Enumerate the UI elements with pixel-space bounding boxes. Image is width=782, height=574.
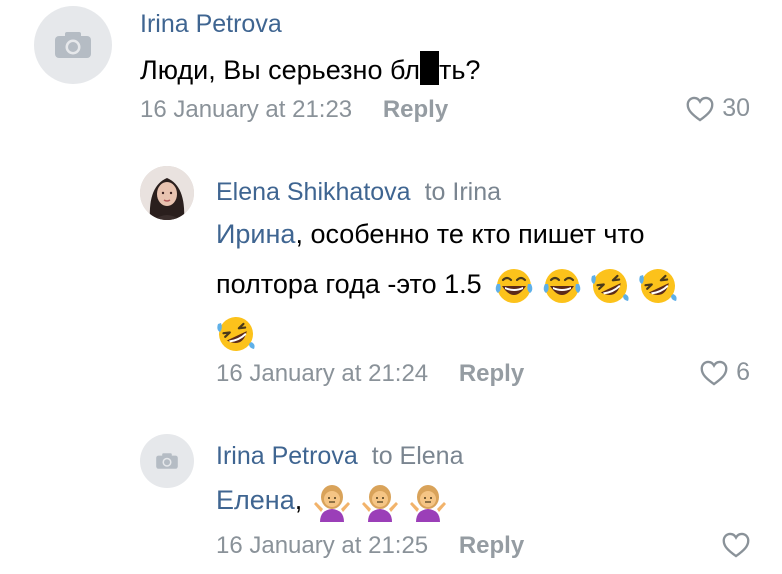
comment-date[interactable]: 16 January at 21:25 [216, 532, 428, 559]
like-button[interactable]: 30 [686, 94, 750, 123]
person-shrugging-icon [312, 482, 352, 522]
comment-1: Irina Petrova Люди, Вы серьезно бл ть? 16… [0, 0, 782, 150]
comment-author[interactable]: Irina Petrova to Elena [216, 442, 464, 471]
like-button[interactable]: 6 [700, 358, 750, 387]
rolling-on-floor-laughing-icon [589, 265, 630, 306]
comment-text-part: ть? [438, 55, 481, 85]
comment-author[interactable]: Elena Shikhatova to Irina [216, 178, 501, 207]
reply-to[interactable]: to Elena [372, 442, 464, 470]
person-shrugging-icon [408, 482, 448, 522]
author-name[interactable]: Irina Petrova [216, 442, 358, 470]
comment-2: Elena Shikhatova to Irina Ирина, особенно… [0, 150, 782, 410]
author-name[interactable]: Elena Shikhatova [216, 178, 411, 206]
censor-block [419, 51, 439, 85]
comment-date[interactable]: 16 January at 21:23 [140, 96, 352, 123]
comment-meta: 16 January at 21:24 Reply [216, 360, 524, 388]
rolling-on-floor-laughing-icon [216, 313, 256, 354]
avatar[interactable] [34, 6, 112, 84]
comment-3: Irina Petrova to Elena Елена, 16 January … [0, 420, 782, 574]
comment-text-part: полтора года -это 1.5 [216, 269, 482, 299]
rolling-on-floor-laughing-icon [637, 265, 678, 306]
mention-link[interactable]: Ирина [216, 219, 295, 249]
reply-button[interactable]: Reply [459, 360, 524, 387]
comment-meta: 16 January at 21:23 Reply [140, 96, 448, 124]
person-shrugging-icon [360, 482, 400, 522]
like-button[interactable] [722, 532, 750, 558]
heart-icon [722, 532, 750, 558]
comment-text-part: , особенно те кто пишет что [295, 219, 645, 249]
author-name[interactable]: Irina Petrova [140, 10, 282, 38]
comment-author[interactable]: Irina Petrova [140, 10, 282, 39]
camera-placeholder-icon [55, 32, 91, 58]
camera-placeholder-icon [156, 453, 178, 469]
comment-line [216, 310, 756, 354]
reply-button[interactable]: Reply [383, 96, 448, 123]
comment-date[interactable]: 16 January at 21:24 [216, 360, 428, 387]
comment-text: Люди, Вы серьезно бл ть? [140, 48, 480, 92]
heart-icon [700, 360, 728, 385]
avatar[interactable] [140, 166, 194, 220]
comment-meta: 16 January at 21:25 Reply [216, 532, 524, 560]
comment-text: Ирина, особенно те кто пишет что полтора… [216, 212, 756, 354]
comment-line: Ирина, особенно те кто пишет что [216, 212, 756, 256]
user-photo [140, 166, 194, 220]
comment-line: полтора года -это 1.5 [216, 262, 756, 306]
face-with-tears-of-joy-icon [542, 266, 582, 306]
like-count: 6 [736, 358, 750, 386]
face-with-tears-of-joy-icon [494, 266, 534, 306]
comment-text: Елена, [216, 478, 448, 522]
reply-to[interactable]: to Irina [425, 178, 501, 206]
mention-link[interactable]: Елена [216, 485, 295, 515]
comment-text-part: , [294, 485, 303, 515]
avatar[interactable] [140, 434, 194, 488]
like-count: 30 [722, 94, 750, 122]
reply-button[interactable]: Reply [459, 532, 524, 559]
heart-icon [686, 96, 714, 121]
comment-text-part: Люди, Вы серьезно бл [140, 55, 420, 85]
